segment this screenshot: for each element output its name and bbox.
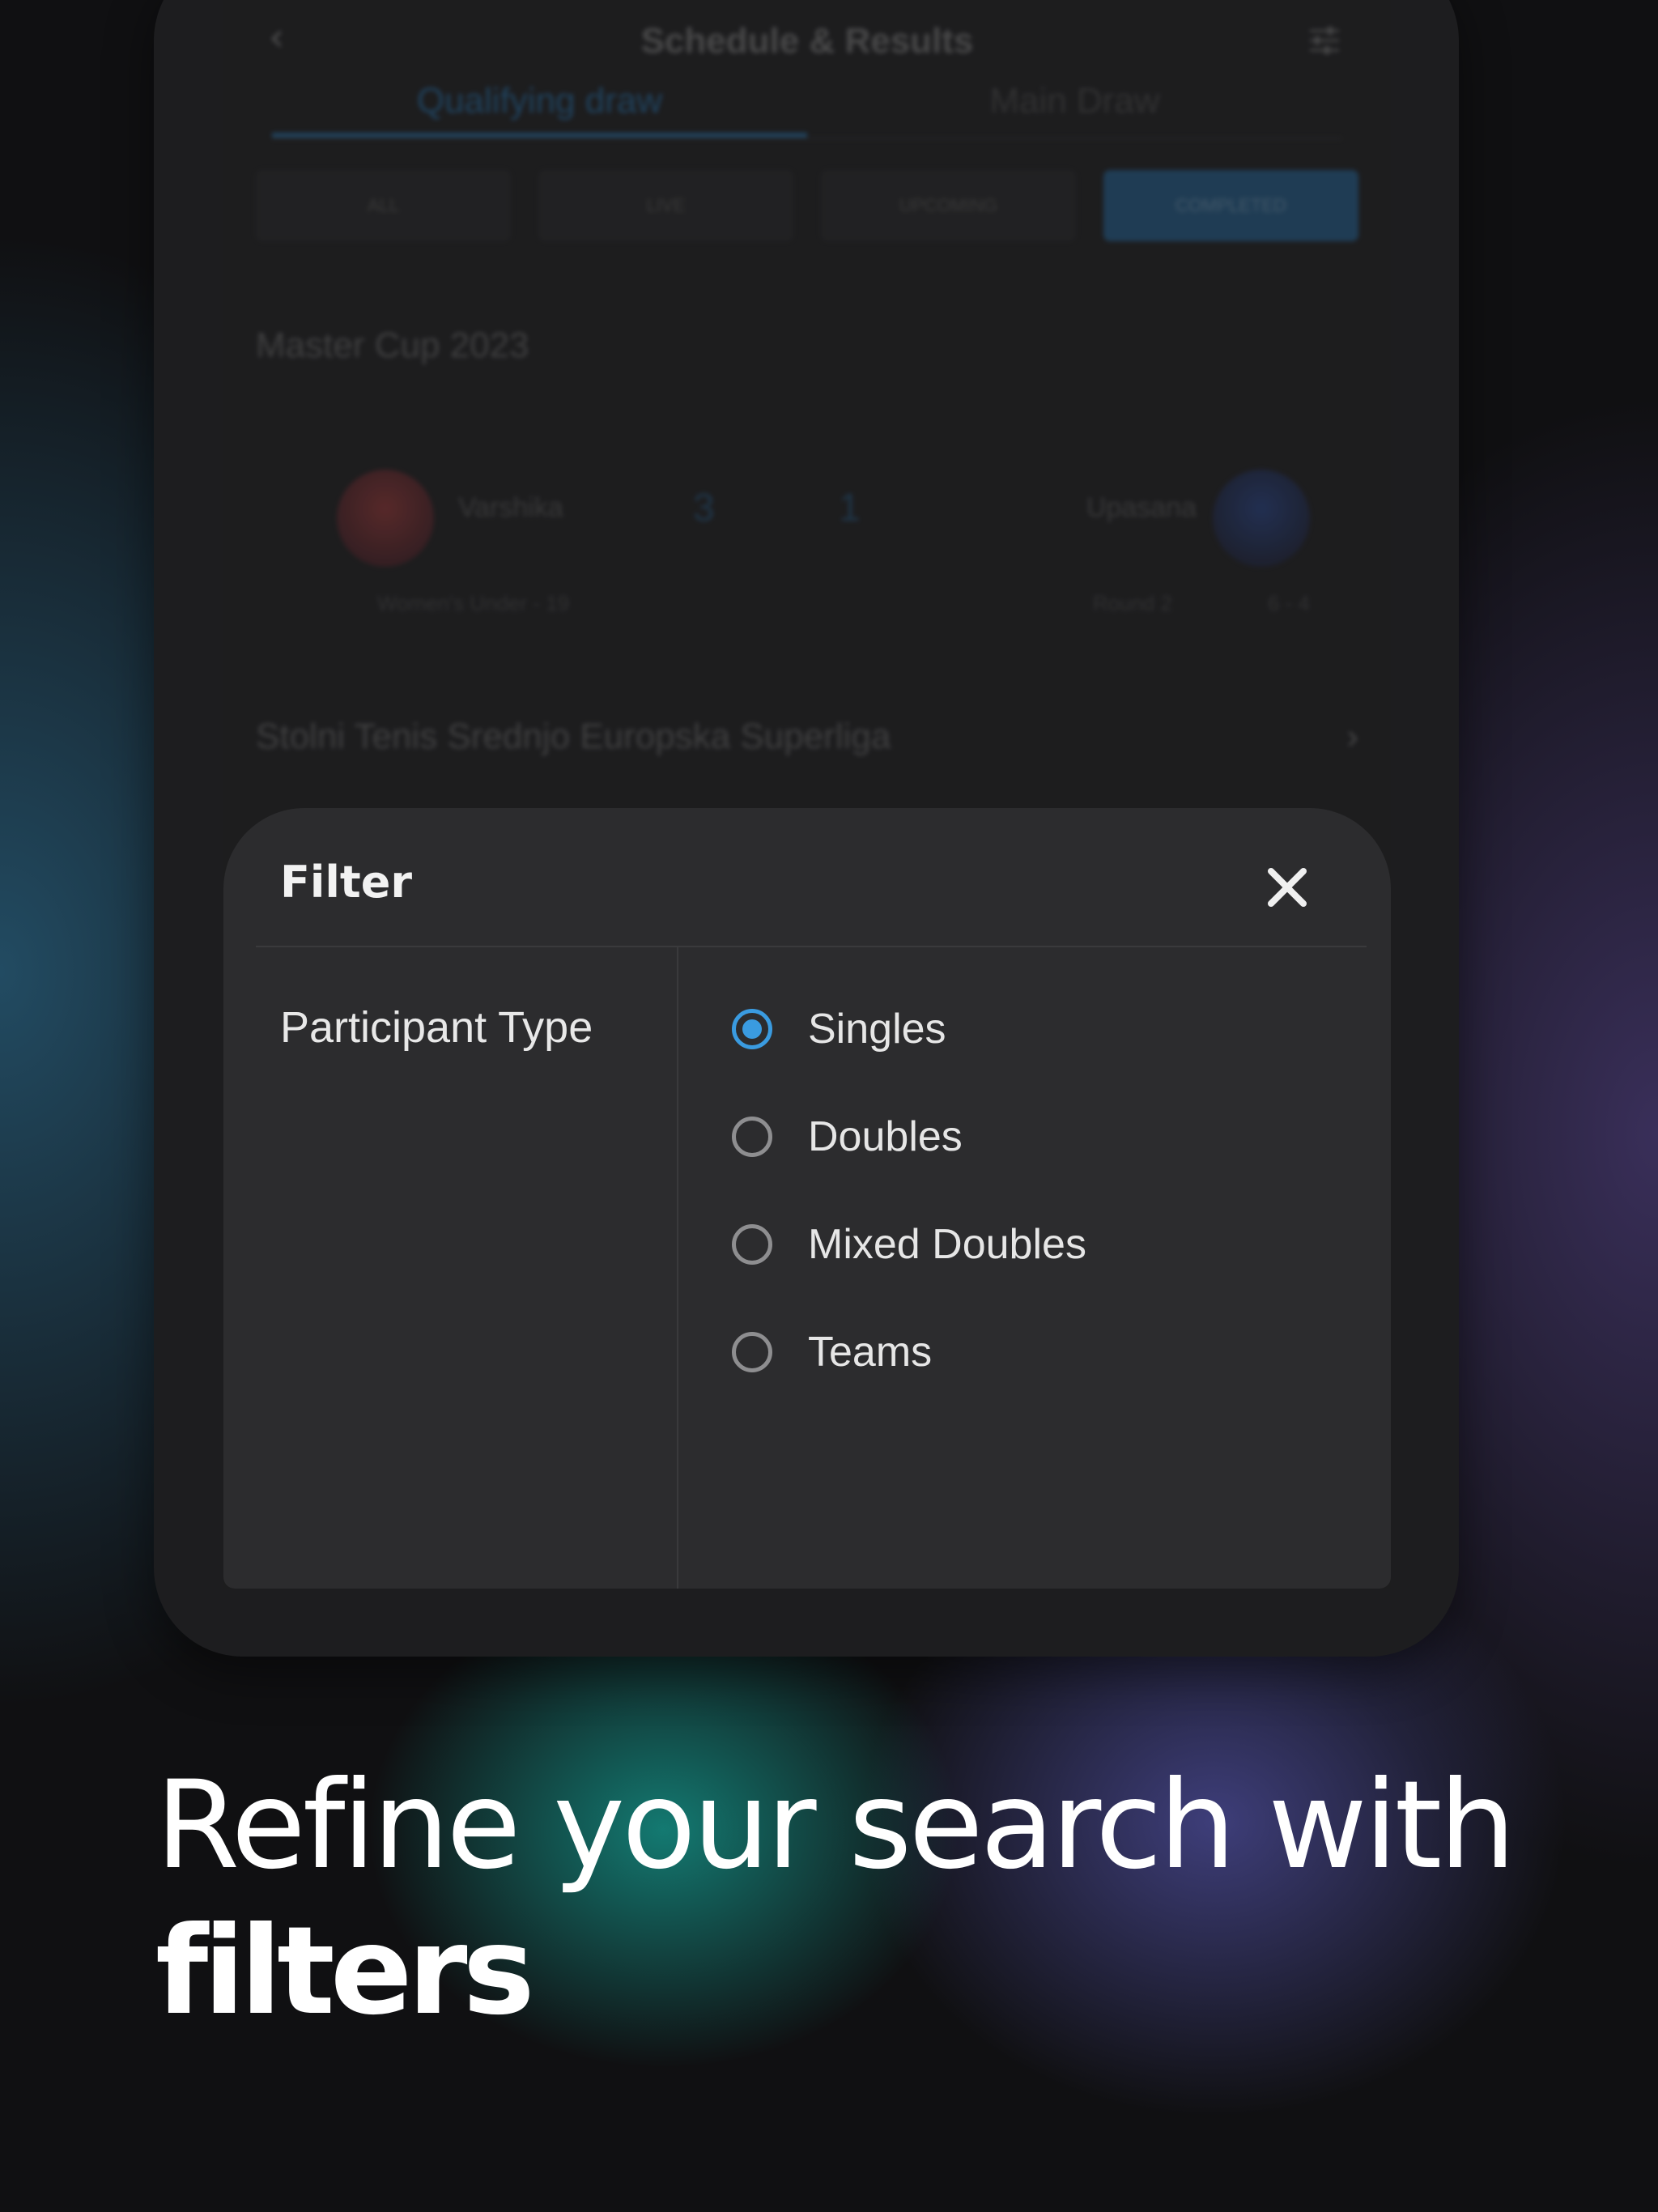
option-singles[interactable]: Singles: [732, 1002, 1347, 1110]
filter-sheet: Filter Participant Type Singles Doubles: [223, 808, 1391, 1589]
headline-line-2: filters: [155, 1901, 535, 2042]
radio-button-selected[interactable]: [732, 1009, 772, 1049]
radio-button[interactable]: [732, 1117, 772, 1157]
option-doubles[interactable]: Doubles: [732, 1110, 1347, 1218]
radio-button[interactable]: [732, 1224, 772, 1265]
filter-header: Filter: [223, 808, 1391, 947]
filter-category-participant-type[interactable]: Participant Type: [280, 1002, 593, 1053]
device-frame: ‹ Schedule & Results Qualifying draw Mai…: [154, 0, 1459, 1657]
headline-line-1: Refine your search with: [155, 1755, 1516, 1896]
marketing-headline: Refine your search with filters: [155, 1753, 1516, 2044]
option-label: Singles: [808, 1006, 946, 1053]
participant-type-options: Singles Doubles Mixed Doubles Teams: [732, 1002, 1347, 1433]
option-label: Mixed Doubles: [808, 1221, 1086, 1268]
option-mixed-doubles[interactable]: Mixed Doubles: [732, 1218, 1347, 1325]
option-label: Teams: [808, 1329, 933, 1376]
filter-title: Filter: [280, 857, 412, 908]
divider: [677, 947, 678, 1589]
option-label: Doubles: [808, 1113, 963, 1160]
close-icon[interactable]: [1265, 865, 1310, 910]
app-screen: ‹ Schedule & Results Qualifying draw Mai…: [223, 0, 1391, 1589]
divider: [256, 946, 1367, 947]
radio-button[interactable]: [732, 1332, 772, 1372]
option-teams[interactable]: Teams: [732, 1325, 1347, 1433]
